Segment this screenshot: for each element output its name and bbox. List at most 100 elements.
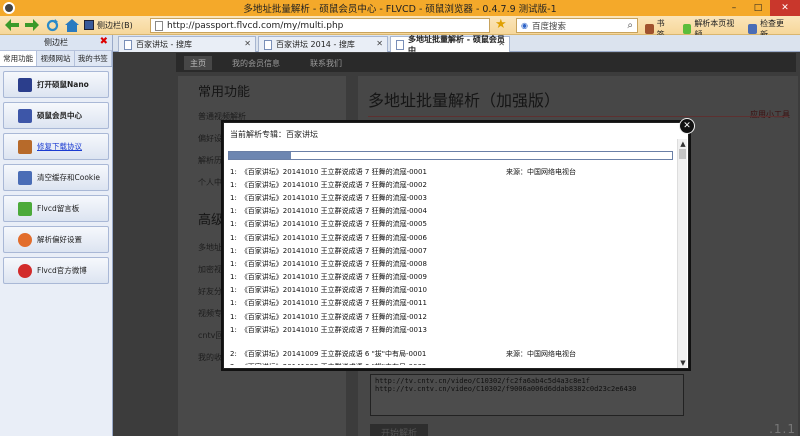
puzzle-icon: [18, 201, 32, 216]
result-text: 《百家讲坛》20141010 王立群说成语 7 狂舞的流寇-0009: [240, 273, 427, 282]
left-link[interactable]: 普通视频解析: [198, 111, 246, 122]
result-text: 《百家讲坛》20141010 王立群说成语 7 狂舞的流寇-0003: [240, 193, 427, 202]
result-title: 1: 《百家讲坛》20141010 王立群说成语 7 狂舞的流寇-0007: [230, 246, 506, 256]
tab-baijia-soku[interactable]: 百家讲坛 - 搜库 ✕: [118, 36, 256, 52]
result-text: 《百家讲坛》20141010 王立群说成语 7 狂舞的流寇-0013: [240, 325, 427, 334]
page-icon: [264, 39, 272, 50]
scroll-up-icon[interactable]: ▲: [678, 139, 688, 149]
title-bar: 多地址批量解析 - 硕鼠会员中心 - FLVCD - 硕鼠浏览器 - 0.4.7…: [0, 0, 800, 16]
result-title: 1: 《百家讲坛》20141010 王立群说成语 7 狂舞的流寇-0008: [230, 259, 506, 269]
sidebar-item-label: 打开硕鼠Nano: [37, 80, 89, 89]
sidebar-item-weibo[interactable]: Flvcd官方微博: [3, 257, 109, 284]
sidebar-item-label: 清空缓存和Cookie: [37, 173, 100, 182]
home-icon: [65, 18, 79, 32]
sidebar-item-repair-protocol[interactable]: 修复下载协议: [3, 133, 109, 160]
tab-label: 百家讲坛 - 搜库: [136, 40, 192, 49]
member-icon: [18, 108, 32, 123]
left-link[interactable]: 多地址: [198, 242, 222, 253]
nav-member-info[interactable]: 我的会员信息: [226, 56, 286, 70]
nav-contact[interactable]: 联系我们: [304, 56, 348, 70]
result-title: 1: 《百家讲坛》20141010 王立群说成语 7 狂舞的流寇-0005: [230, 219, 506, 229]
search-box[interactable]: ◉ 百度搜索 ⌕: [516, 18, 638, 33]
result-text: 《百家讲坛》20141009 王立群说成语 6 "拔"中有局-0001: [240, 350, 427, 359]
forward-button[interactable]: [24, 17, 40, 33]
close-window-button[interactable]: ✕: [770, 0, 800, 16]
sidebar-tab-common[interactable]: 常用功能: [0, 51, 38, 66]
sidebar-tab-video-sites[interactable]: 视频网站: [37, 51, 75, 66]
refresh-button[interactable]: [44, 17, 60, 33]
result-row: 1: 《百家讲坛》20141010 王立群说成语 7 狂舞的流寇-0010: [230, 284, 675, 297]
maximize-button[interactable]: □: [746, 0, 770, 16]
result-row: 1: 《百家讲坛》20141010 王立群说成语 7 狂舞的流寇-0005: [230, 218, 675, 231]
progress-bar: [228, 151, 673, 160]
sidebar-item-label: Flvcd留言板: [37, 204, 80, 213]
close-sidebar-icon[interactable]: ✖: [100, 36, 108, 47]
parse-result-list: 1: 《百家讲坛》20141010 王立群说成语 7 狂舞的流寇-0001 来源：中…: [230, 165, 675, 365]
url-textarea[interactable]: http://tv.cntv.cn/video/C10302/fc2fa6ab4…: [370, 374, 684, 416]
result-source: 来源：中国网络电视台: [506, 350, 576, 359]
dialog-close-icon[interactable]: ✕: [679, 118, 695, 134]
result-text: 《百家讲坛》20141010 王立群说成语 7 狂舞的流寇-0001: [240, 167, 427, 176]
sidebar-item-clear-cache[interactable]: 清空缓存和Cookie: [3, 164, 109, 191]
tab-baijia-2014[interactable]: 百家讲坛 2014 - 搜库 ✕: [258, 36, 388, 52]
arrow-left-icon: [5, 19, 19, 31]
baidu-icon: ◉: [521, 21, 528, 30]
update-icon: [748, 24, 758, 34]
start-parse-button[interactable]: 开始解析: [370, 424, 428, 436]
sidebar-tab-my-bookmarks[interactable]: 我的书签: [74, 51, 112, 66]
sidebar-item-nano[interactable]: 打开硕鼠Nano: [3, 71, 109, 98]
sidebar-tabs: 常用功能 视频网站 我的书签: [0, 51, 112, 67]
result-index: 2:: [230, 363, 237, 365]
dialog-scrollbar[interactable]: ▲ ▼: [677, 139, 687, 368]
result-text: 《百家讲坛》20141010 王立群说成语 7 狂舞的流寇-0011: [240, 299, 427, 308]
heart-icon: [18, 232, 32, 247]
window-title: 多地址批量解析 - 硕鼠会员中心 - FLVCD - 硕鼠浏览器 - 0.4.7…: [243, 4, 557, 15]
result-index: 1:: [230, 246, 237, 255]
tab-close-icon[interactable]: ✕: [376, 39, 383, 48]
weibo-icon: [18, 263, 32, 278]
result-text: 《百家讲坛》20141010 王立群说成语 7 狂舞的流寇-0012: [240, 312, 427, 321]
result-text: 《百家讲坛》20141010 王立群说成语 7 狂舞的流寇-0008: [240, 259, 427, 268]
minimize-button[interactable]: –: [722, 0, 746, 16]
result-index: 2:: [230, 350, 237, 359]
sidebar-item-label: Flvcd官方微博: [37, 266, 87, 275]
result-title: 2: 《百家讲坛》20141009 王立群说成语 6 "拔"中有局-0001: [230, 349, 506, 359]
page-icon: [155, 20, 163, 31]
result-text: 《百家讲坛》20141010 王立群说成语 7 狂舞的流寇-0007: [240, 246, 427, 255]
search-icon[interactable]: ⌕: [627, 20, 633, 31]
result-text: 《百家讲坛》20141010 王立群说成语 7 狂舞的流寇-0002: [240, 180, 427, 189]
result-title: 1: 《百家讲坛》20141010 王立群说成语 7 狂舞的流寇-0004: [230, 206, 506, 216]
result-row: 1: 《百家讲坛》20141010 王立群说成语 7 狂舞的流寇-0007: [230, 244, 675, 257]
clear-cache-icon: [18, 170, 32, 185]
scroll-down-icon[interactable]: ▼: [678, 358, 688, 368]
home-button[interactable]: [64, 17, 80, 33]
result-index: 1:: [230, 312, 237, 321]
repair-icon: [18, 139, 32, 154]
back-button[interactable]: [4, 17, 20, 33]
bookmark-star-icon[interactable]: ★: [495, 18, 507, 32]
sidebar-item-member-center[interactable]: 硕鼠会员中心: [3, 102, 109, 129]
result-row: 2: 《百家讲坛》20141009 王立群说成语 6 "拔"中有局-0002: [230, 361, 675, 365]
title-divider: [368, 116, 788, 117]
nav-home[interactable]: 主页: [184, 56, 212, 70]
tab-close-icon[interactable]: ✕: [498, 39, 505, 48]
result-index: 1:: [230, 299, 237, 308]
result-text: 《百家讲坛》20141010 王立群说成语 7 狂舞的流寇-0006: [240, 233, 427, 242]
result-title: 1: 《百家讲坛》20141010 王立群说成语 7 狂舞的流寇-0006: [230, 233, 506, 243]
address-bar[interactable]: http://passport.flvcd.com/my/multi.php: [150, 18, 490, 33]
tab-multi-parse[interactable]: 多地址批量解析 - 硕鼠会员中 ✕: [390, 35, 510, 55]
sidebar-item-preferences[interactable]: 解析偏好设置: [3, 226, 109, 253]
sidebar-toggle-button[interactable]: 侧边栏(B): [84, 17, 133, 33]
tools-link[interactable]: 应用小工具: [750, 109, 790, 120]
progress-fill: [229, 152, 292, 159]
sidebar-title: 侧边栏: [44, 38, 68, 47]
search-placeholder: 百度搜索: [531, 21, 566, 32]
result-index: 1:: [230, 286, 237, 295]
tab-close-icon[interactable]: ✕: [244, 39, 251, 48]
result-row: 1: 《百家讲坛》20141010 王立群说成语 7 狂舞的流寇-0008: [230, 257, 675, 270]
left-link[interactable]: cntv回: [198, 330, 223, 341]
sidebar-item-message-board[interactable]: Flvcd留言板: [3, 195, 109, 222]
scroll-thumb[interactable]: [679, 149, 686, 159]
page-title: 多地址批量解析（加强版）: [368, 91, 561, 110]
tab-bar: 百家讲坛 - 搜库 ✕ 百家讲坛 2014 - 搜库 ✕ 多地址批量解析 - 硕鼠会…: [113, 35, 800, 55]
